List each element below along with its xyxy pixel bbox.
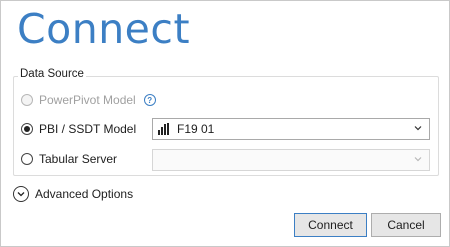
advanced-options-toggle[interactable]: Advanced Options [13, 186, 133, 202]
radio-row-tabular: Tabular Server [21, 151, 117, 167]
chevron-down-icon [17, 192, 25, 197]
data-source-legend: Data Source [18, 68, 86, 80]
pbi-ssdt-label: PBI / SSDT Model [39, 122, 137, 136]
pbi-model-dropdown[interactable]: F19 01 [152, 118, 430, 140]
connect-dialog: Connect Data Source PowerPivot Model ? P… [0, 0, 450, 247]
pbi-model-dropdown-value: F19 01 [177, 122, 215, 136]
pbi-ssdt-radio[interactable] [21, 123, 33, 135]
cancel-button[interactable]: Cancel [371, 213, 441, 237]
advanced-options-label: Advanced Options [35, 187, 134, 201]
radio-row-pbi: PBI / SSDT Model [21, 121, 136, 137]
radio-row-powerpivot: PowerPivot Model ? [21, 92, 156, 108]
radio-selected-dot [24, 126, 30, 132]
power-bi-icon [158, 123, 169, 135]
tabular-server-dropdown[interactable] [152, 149, 430, 171]
powerpivot-label: PowerPivot Model [39, 93, 136, 107]
powerpivot-radio[interactable] [21, 94, 33, 106]
connect-button[interactable]: Connect [294, 213, 367, 237]
tabular-server-radio[interactable] [21, 153, 33, 165]
dialog-title: Connect [17, 5, 191, 53]
chevron-down-icon [414, 157, 422, 162]
tabular-server-label: Tabular Server [39, 152, 118, 166]
chevron-down-icon [414, 126, 422, 131]
chevron-down-circle-icon [13, 186, 29, 202]
question-circle-icon[interactable]: ? [143, 94, 156, 106]
